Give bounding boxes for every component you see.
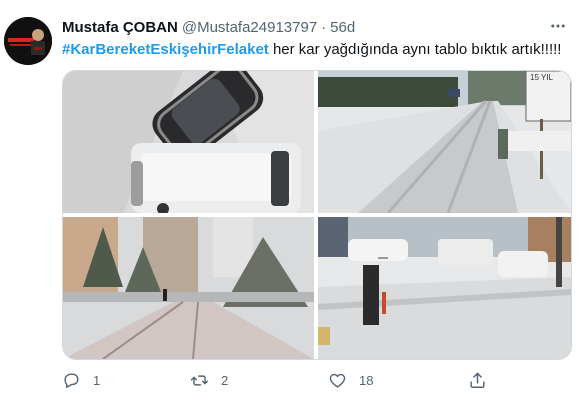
- share-button[interactable]: [468, 368, 487, 392]
- like-icon: [329, 373, 346, 388]
- like-count: 18: [359, 372, 374, 388]
- reply-button[interactable]: 1: [62, 368, 100, 392]
- photo-snowy-avenue[interactable]: 15 YIL: [318, 71, 571, 213]
- tweet-card[interactable]: Mustafa ÇOBAN @Mustafa24913797 · 56d #Ka…: [0, 0, 584, 403]
- reply-icon: [64, 372, 79, 388]
- like-button[interactable]: 18: [328, 368, 373, 392]
- more-icon: [551, 24, 565, 28]
- separator-dot: ·: [321, 18, 327, 36]
- action-bar: 1 2 18: [62, 368, 532, 392]
- tweet-header: Mustafa ÇOBAN @Mustafa24913797 · 56d: [62, 17, 355, 37]
- tweet-time[interactable]: 56d: [330, 19, 355, 36]
- author-handle[interactable]: @Mustafa24913797: [182, 19, 317, 36]
- retweet-count: 2: [221, 372, 229, 388]
- more-options-button[interactable]: [546, 16, 570, 36]
- tweet-body-text: her kar yağdığında aynı tablo bıktık art…: [268, 41, 562, 58]
- share-icon: [470, 372, 485, 388]
- sign-text: 15 YIL: [530, 73, 554, 82]
- retweet-button[interactable]: 2: [190, 368, 228, 392]
- photo-cars-crash[interactable]: [63, 71, 314, 213]
- hashtag-link[interactable]: #KarBereketEskişehirFelaket: [62, 41, 269, 58]
- reply-count: 1: [93, 372, 101, 388]
- photo-snowy-street[interactable]: [63, 217, 314, 359]
- photo-snowy-intersection[interactable]: [318, 217, 571, 359]
- retweet-icon: [190, 374, 209, 386]
- author-name[interactable]: Mustafa ÇOBAN: [62, 19, 178, 36]
- media-grid: 15 YIL: [62, 70, 572, 360]
- avatar[interactable]: [4, 17, 52, 65]
- tweet-text: #KarBereketEskişehirFelaket her kar yağd…: [62, 40, 561, 60]
